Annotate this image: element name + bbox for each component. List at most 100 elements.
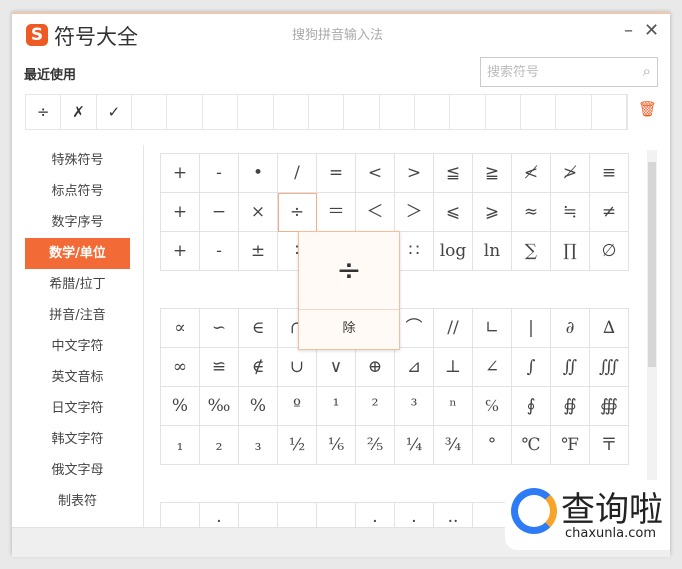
recent-symbol-cell[interactable] (132, 95, 168, 129)
symbol-cell[interactable]: ∪ (278, 348, 317, 387)
symbol-cell[interactable]: ∟ (473, 309, 512, 348)
symbol-cell[interactable]: ÷ (278, 193, 317, 232)
symbol-cell[interactable]: ⁿ (434, 387, 473, 426)
symbol-cell[interactable]: ¾ (434, 426, 473, 465)
symbol-cell[interactable]: ∆ (590, 309, 629, 348)
close-button[interactable]: ✕ (644, 20, 659, 41)
sidebar-item[interactable]: 英文音标 (25, 362, 130, 393)
symbol-cell[interactable]: + (161, 193, 200, 232)
recent-symbol-cell[interactable] (486, 95, 522, 129)
symbol-cell[interactable]: × (239, 193, 278, 232)
symbol-cell[interactable]: ℃ (512, 426, 551, 465)
recent-symbol-cell[interactable] (344, 95, 380, 129)
symbol-cell[interactable]: ∏ (551, 232, 590, 271)
symbol-cell[interactable] (317, 503, 356, 527)
symbol-cell[interactable]: ⅖ (356, 426, 395, 465)
symbol-cell[interactable]: ° (473, 426, 512, 465)
sidebar-item[interactable]: 日文字符 (25, 393, 130, 424)
symbol-cell[interactable]: ⅙ (317, 426, 356, 465)
symbol-cell[interactable]: ∭ (590, 348, 629, 387)
recent-symbol-cell[interactable] (167, 95, 203, 129)
search-box[interactable]: ⌕ (480, 57, 658, 87)
symbol-cell[interactable]: · (395, 503, 434, 527)
sidebar-item[interactable]: 希腊/拉丁 (25, 269, 130, 300)
trash-icon[interactable]: 🗑 (638, 100, 657, 118)
symbol-cell[interactable]: ≈ (512, 193, 551, 232)
symbol-cell[interactable]: · (356, 503, 395, 527)
symbol-cell[interactable]: % (161, 387, 200, 426)
scrollbar[interactable] (647, 150, 657, 528)
sidebar-item[interactable]: 特殊符号 (25, 145, 130, 176)
symbol-cell[interactable]: ∂ (551, 309, 590, 348)
symbol-cell[interactable]: ≡ (590, 154, 629, 193)
symbol-cell[interactable]: ⊿ (395, 348, 434, 387)
recent-symbol-cell[interactable] (274, 95, 309, 129)
symbol-cell[interactable]: − (200, 193, 239, 232)
recent-symbol-cell[interactable]: ✗ (61, 95, 97, 129)
symbol-cell[interactable]: ＞ (395, 193, 434, 232)
symbol-cell[interactable]: ≠ (590, 193, 629, 232)
symbol-cell[interactable]: ⩾ (473, 193, 512, 232)
symbol-cell[interactable]: ‰ (200, 387, 239, 426)
recent-symbol-cell[interactable] (238, 95, 274, 129)
symbol-cell[interactable]: ₁ (161, 426, 200, 465)
symbol-cell[interactable]: log (434, 232, 473, 271)
sidebar-item[interactable]: 拼音/注音 (25, 300, 130, 331)
symbol-cell[interactable]: º (278, 387, 317, 426)
symbol-cell[interactable]: ½ (278, 426, 317, 465)
symbol-cell[interactable]: ≒ (551, 193, 590, 232)
symbol-cell[interactable]: ∅ (590, 232, 629, 271)
symbol-cell[interactable]: ∷ (395, 232, 434, 271)
symbol-cell[interactable]: ∮ (512, 387, 551, 426)
symbol-cell[interactable]: > (395, 154, 434, 193)
symbol-cell[interactable]: ³ (395, 387, 434, 426)
symbol-cell[interactable]: % (239, 387, 278, 426)
symbol-cell[interactable]: ⌒ (395, 309, 434, 348)
symbol-cell[interactable]: ∨ (317, 348, 356, 387)
symbol-cell[interactable]: + (161, 154, 200, 193)
symbol-cell[interactable]: ln (473, 232, 512, 271)
symbol-cell[interactable]: ≦ (434, 154, 473, 193)
symbol-cell[interactable]: ² (356, 387, 395, 426)
symbol-cell[interactable]: ＜ (356, 193, 395, 232)
symbol-cell[interactable]: ∯ (551, 387, 590, 426)
symbol-cell[interactable]: ∫ (512, 348, 551, 387)
symbol-cell[interactable]: ₃ (239, 426, 278, 465)
symbol-cell[interactable]: / (278, 154, 317, 193)
symbol-cell[interactable]: ∠ (473, 348, 512, 387)
recent-symbol-cell[interactable] (309, 95, 345, 129)
recent-symbol-cell[interactable] (450, 95, 486, 129)
search-icon[interactable]: ⌕ (643, 62, 651, 80)
search-input[interactable] (487, 58, 627, 86)
symbol-cell[interactable]: - (200, 154, 239, 193)
symbol-cell[interactable]: • (239, 154, 278, 193)
symbol-cell[interactable]: ¹ (317, 387, 356, 426)
symbol-cell[interactable]: < (356, 154, 395, 193)
sidebar-item[interactable]: 数字序号 (25, 207, 130, 238)
symbol-cell[interactable]: ∉ (239, 348, 278, 387)
recent-symbol-cell[interactable] (380, 95, 415, 129)
symbol-cell[interactable]: ≧ (473, 154, 512, 193)
symbol-cell[interactable]: + (161, 232, 200, 271)
symbol-cell[interactable]: 〒 (590, 426, 629, 465)
symbol-cell[interactable]: ≯ (551, 154, 590, 193)
symbol-cell[interactable]: // (434, 309, 473, 348)
symbol-cell[interactable]: = (317, 154, 356, 193)
sidebar-item[interactable]: 俄文字母 (25, 455, 130, 486)
symbol-cell[interactable]: ℅ (473, 387, 512, 426)
recent-symbol-cell[interactable]: ✓ (97, 95, 133, 129)
minimize-button[interactable]: – (624, 20, 633, 41)
symbol-cell[interactable]: ∝ (161, 309, 200, 348)
recent-symbol-cell[interactable] (521, 95, 557, 129)
symbol-cell[interactable]: ·· (434, 503, 473, 527)
recent-symbol-cell[interactable] (592, 95, 628, 129)
symbol-cell[interactable] (161, 503, 200, 527)
symbol-cell[interactable]: ₂ (200, 426, 239, 465)
symbol-cell[interactable]: ≌ (200, 348, 239, 387)
symbol-cell[interactable]: ≮ (512, 154, 551, 193)
sidebar-item[interactable]: 制表符 (25, 486, 130, 517)
symbol-cell[interactable]: ⊕ (356, 348, 395, 387)
symbol-cell[interactable]: ± (239, 232, 278, 271)
symbol-cell[interactable]: - (200, 232, 239, 271)
sidebar-item[interactable]: 韩文字符 (25, 424, 130, 455)
